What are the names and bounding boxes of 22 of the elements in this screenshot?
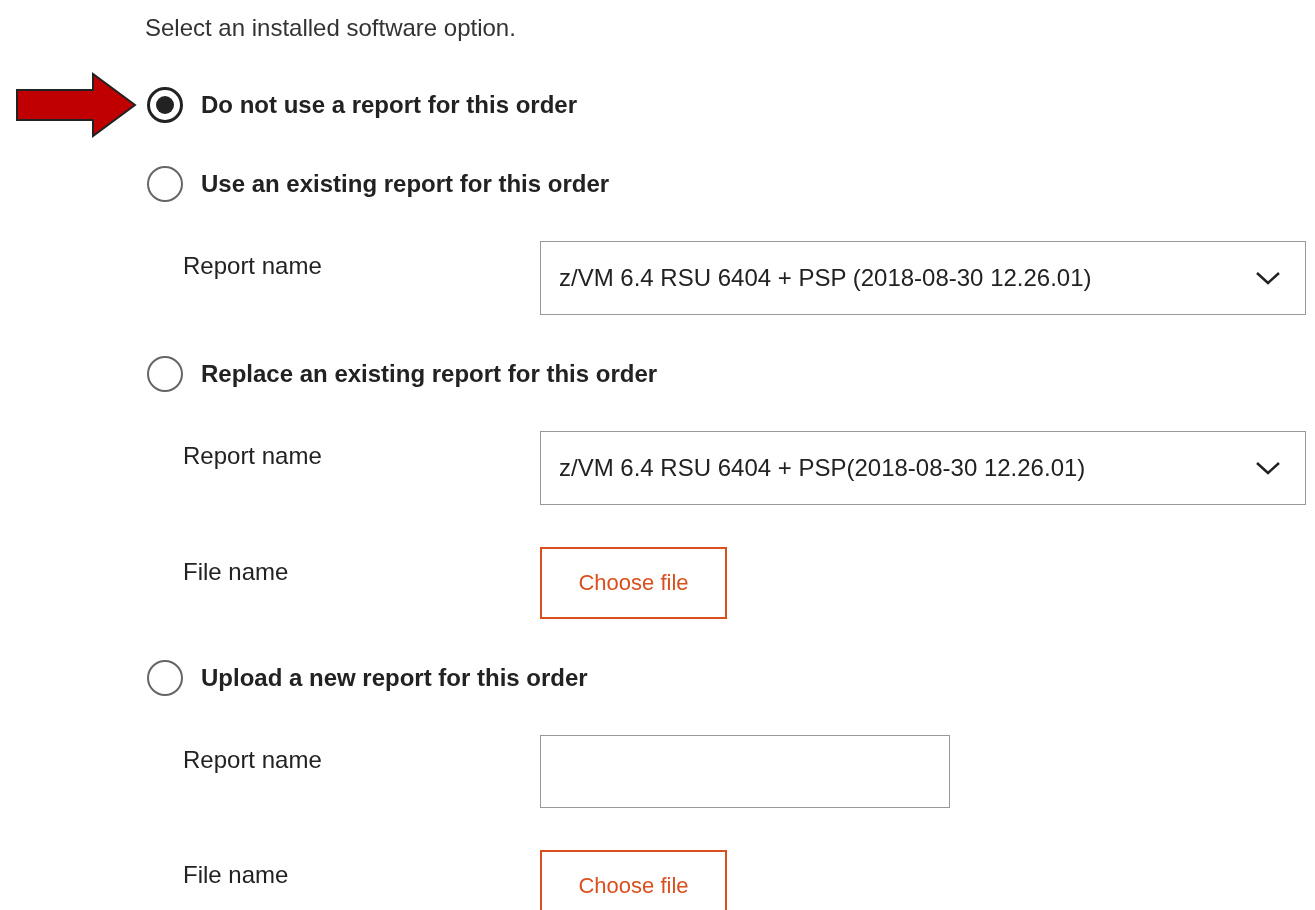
radio-label[interactable]: Upload a new report for this order: [201, 664, 588, 692]
field-label: File name: [183, 860, 290, 890]
radio-button[interactable]: [147, 660, 183, 696]
radio-label[interactable]: Do not use a report for this order: [201, 91, 578, 119]
field-label: Report name: [183, 251, 323, 281]
chevron-down-icon: [1255, 270, 1281, 286]
pointer-arrow-icon: [15, 72, 139, 138]
field-label: Report name: [183, 441, 323, 471]
choose-file-button[interactable]: Choose file: [540, 850, 727, 910]
report-dropdown[interactable]: z/VM 6.4 RSU 6404 + PSP(2018-08-30 12.26.01): [540, 431, 1306, 505]
field-label: File name: [183, 557, 290, 587]
report-dropdown[interactable]: z/VM 6.4 RSU 6404 + PSP (2018-08-30 12.26.01): [540, 241, 1306, 315]
choose-file-button[interactable]: Choose file: [540, 547, 727, 619]
report-name-input[interactable]: [540, 735, 950, 808]
radio-button[interactable]: [147, 356, 183, 392]
radio-label[interactable]: Replace an existing report for this order: [201, 360, 658, 388]
radio-label[interactable]: Use an existing report for this order: [201, 170, 610, 198]
chevron-down-icon: [1255, 460, 1281, 476]
radio-button[interactable]: [147, 87, 183, 123]
field-label: Report name: [183, 745, 323, 775]
instruction-text: Select an installed software option.: [145, 13, 517, 43]
radio-button[interactable]: [147, 166, 183, 202]
